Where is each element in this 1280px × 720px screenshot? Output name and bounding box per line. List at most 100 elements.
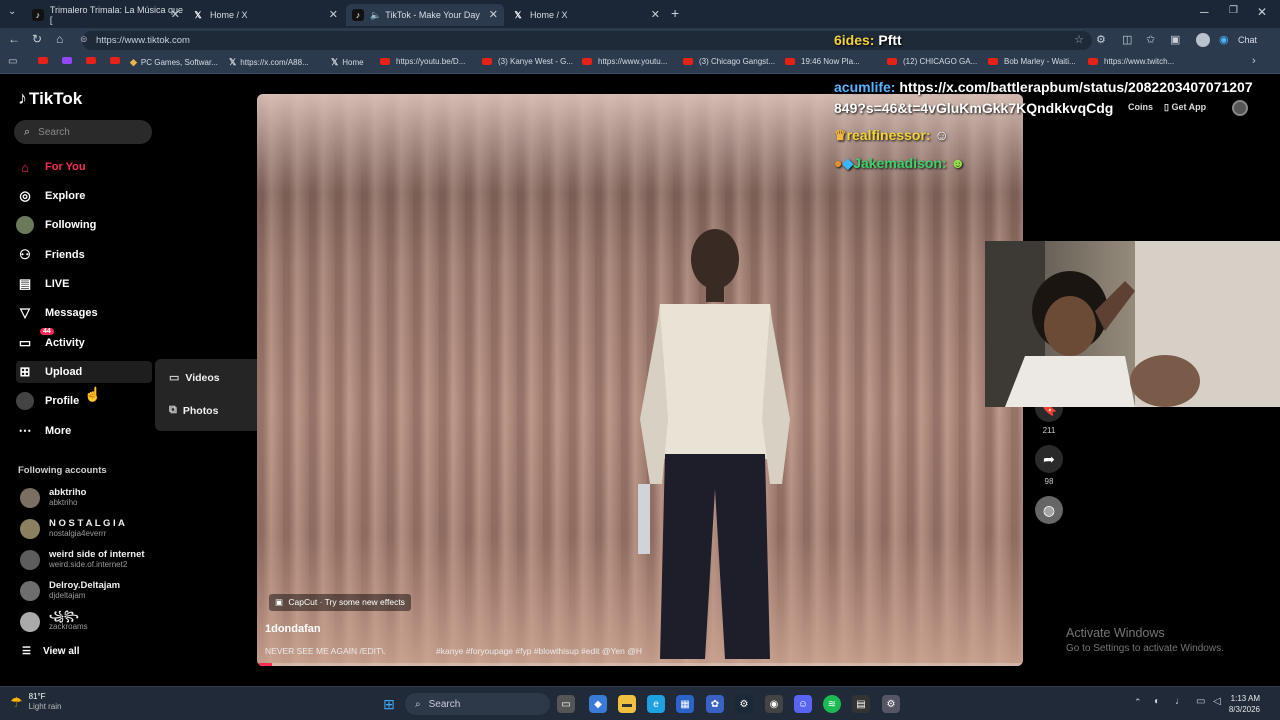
chat-username: acumlife:	[834, 79, 896, 95]
account-handle: nostalgia4everrr	[49, 529, 107, 538]
minimize-icon[interactable]: ─	[1200, 5, 1209, 19]
bookmark-item[interactable]	[38, 57, 54, 64]
favorite-star-icon[interactable]: ☆	[1074, 33, 1084, 46]
view-all-link[interactable]: ☰ View all	[22, 646, 79, 657]
bookmark-item[interactable]: 𝕏https://x.com/A88...	[229, 57, 309, 68]
video-hashtags[interactable]: #kanye #foryoupage #fyp #blowthisup #edi…	[436, 646, 642, 656]
microphone-icon[interactable]: ♩	[1175, 696, 1185, 707]
nav-following[interactable]: Following	[16, 214, 96, 236]
coins-button[interactable]: Coins	[1128, 102, 1153, 112]
chat-button[interactable]: Chat	[1238, 35, 1257, 45]
nav-friends[interactable]: ⚇ Friends	[16, 244, 85, 266]
nav-for-you[interactable]: ⌂ For You	[16, 156, 85, 178]
bookmark-item[interactable]	[110, 57, 126, 64]
app-icon[interactable]: ✿	[706, 695, 724, 713]
browser-tab-active[interactable]: ♪ 🔈 TikTok - Make Your Day ✕	[346, 4, 504, 26]
tiktok-logo[interactable]: ♪ TikTok	[18, 88, 82, 109]
app-icon[interactable]: ◆	[589, 695, 607, 713]
upload-photos-option[interactable]: ⧉ Photos	[169, 404, 218, 417]
close-tab-icon[interactable]: ✕	[329, 8, 338, 21]
discord-icon[interactable]: ☺	[794, 695, 812, 713]
chevron-up-icon[interactable]: ⌃	[1134, 697, 1142, 708]
settings-gear-icon[interactable]: ⚙	[882, 695, 900, 713]
file-explorer-icon[interactable]: ▬	[618, 695, 636, 713]
browser-tab[interactable]: 𝕏 Home / X ✕	[186, 4, 344, 26]
bookmark-item[interactable]: https://youtu.be/D...	[380, 57, 465, 66]
video-author[interactable]: 1dondafan	[265, 623, 321, 635]
bookmark-item[interactable]: 19:46 Now Pla...	[785, 57, 860, 66]
nav-upload[interactable]: ⊞ Upload	[16, 361, 152, 383]
close-tab-icon[interactable]: ✕	[651, 8, 660, 21]
paper-plane-icon: ▽	[20, 305, 30, 320]
collections-icon[interactable]: ▣	[1170, 33, 1180, 46]
profile-avatar[interactable]	[1232, 100, 1248, 116]
browser-tab[interactable]: ♪ Trimalero Trimala: La Música que [ ✕	[26, 4, 186, 26]
start-windows-icon[interactable]: ⊞	[380, 695, 398, 713]
capcut-icon: ▣	[275, 597, 284, 607]
new-tab-icon[interactable]: +	[671, 5, 679, 21]
site-info-icon[interactable]: ⊜	[80, 34, 88, 45]
restore-icon[interactable]: ❐	[1229, 5, 1238, 16]
split-screen-icon[interactable]: ◫	[1122, 33, 1132, 46]
back-icon[interactable]: ←	[8, 32, 20, 46]
spotify-icon[interactable]: ≋	[823, 695, 841, 713]
bookmark-item[interactable]: https://www.youtu...	[582, 57, 667, 66]
share-action[interactable]: ➦ 98	[1035, 445, 1063, 486]
sound-action[interactable]: ◍	[1035, 496, 1063, 524]
nav-explore[interactable]: ◎ Explore	[16, 185, 85, 207]
bookmarks-menu-icon[interactable]: ▭	[8, 56, 17, 67]
edge-icon[interactable]: e	[647, 695, 665, 713]
browser-tab[interactable]: 𝕏 Home / X ✕	[506, 4, 666, 26]
following-account[interactable]: weird side of internet weird.side.of.inte…	[20, 550, 145, 570]
upload-videos-option[interactable]: ▭ Videos	[169, 371, 220, 385]
avatar[interactable]	[1196, 33, 1210, 47]
favorites-icon[interactable]: ✩	[1146, 33, 1155, 46]
following-account[interactable]: Delroy.Deltajam djdeltajam	[20, 581, 120, 601]
weather-widget[interactable]: ☂ 81°F Light rain	[10, 692, 61, 712]
bookmark-item[interactable]: (12) CHICAGO GA...	[887, 57, 977, 66]
video-player[interactable]: ▣ CapCut · Try some new effects 1dondafa…	[257, 94, 1023, 666]
taskbar-search[interactable]: ⌕ Search	[405, 693, 550, 715]
following-account[interactable]: N O S T A L G I Anostalgia4everrr	[20, 519, 125, 539]
display-icon[interactable]: ▭	[1196, 696, 1205, 707]
following-account[interactable]: ꧁꧂ zackroams	[20, 612, 88, 632]
following-account[interactable]: abktriho abktriho	[20, 488, 86, 508]
bookmark-item[interactable]: ◆ PC Games, Softwar...	[130, 57, 218, 68]
nav-activity[interactable]: ▭ 44 Activity	[16, 328, 85, 354]
system-clock[interactable]: 1:13 AM 8/3/2026	[1229, 693, 1260, 715]
url-input[interactable]: ⊜ https://www.tiktok.com ☆	[80, 31, 1092, 50]
copilot-icon[interactable]: ◉	[1219, 33, 1229, 46]
close-tab-icon[interactable]: ✕	[171, 8, 180, 21]
bookmark-item[interactable]: (3) Kanye West - G...	[482, 57, 573, 66]
taskbar-search-label: Search	[428, 698, 461, 710]
extensions-icon[interactable]: ⚙	[1096, 33, 1106, 46]
bookmark-item[interactable]: Bob Marley - Waiti...	[988, 57, 1076, 66]
bookmark-item[interactable]	[62, 57, 78, 64]
tab-actions-icon[interactable]: ⌄	[8, 6, 16, 17]
nav-profile[interactable]: Profile	[16, 390, 79, 412]
bookmark-item[interactable]: (3) Chicago Gangst...	[683, 57, 775, 66]
refresh-icon[interactable]: ↻	[32, 32, 42, 46]
capcut-effect-tag[interactable]: ▣ CapCut · Try some new effects	[269, 594, 411, 611]
nav-live[interactable]: ▤ LIVE	[16, 273, 70, 295]
bookmark-item[interactable]	[86, 57, 102, 64]
bookmark-item[interactable]: https://www.twitch...	[1088, 57, 1174, 66]
chevron-right-icon[interactable]: ›	[1252, 55, 1256, 67]
bookmark-item[interactable]: 𝕏 Home	[331, 57, 364, 68]
tray-icon[interactable]: ◐	[1154, 696, 1160, 707]
get-app-button[interactable]: ▯ Get App	[1164, 102, 1206, 113]
task-view-icon[interactable]: ▭	[557, 695, 575, 713]
close-tab-icon[interactable]: ✕	[489, 8, 498, 21]
volume-icon[interactable]: ◁	[1213, 696, 1221, 707]
video-progress-bar[interactable]	[257, 663, 1023, 666]
nav-more[interactable]: ⋯ More	[16, 420, 72, 442]
nav-messages[interactable]: ▽ Messages	[16, 302, 98, 324]
home-icon[interactable]: ⌂	[56, 32, 63, 46]
steam-icon[interactable]: ⚙	[735, 695, 753, 713]
speaker-icon[interactable]: 🔈	[370, 10, 381, 21]
app-icon[interactable]: ▤	[852, 695, 870, 713]
store-icon[interactable]: ▦	[676, 695, 694, 713]
search-input[interactable]: ⌕ Search	[14, 120, 152, 144]
obs-icon[interactable]: ◉	[765, 695, 783, 713]
close-window-icon[interactable]: ✕	[1257, 5, 1267, 19]
